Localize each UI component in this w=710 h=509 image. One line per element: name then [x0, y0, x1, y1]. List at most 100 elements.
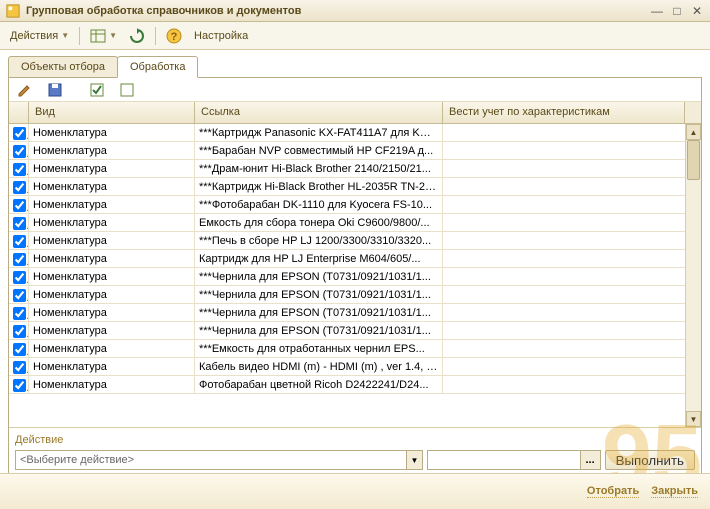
row-checkbox[interactable]: [13, 199, 26, 212]
close-button[interactable]: ✕: [690, 4, 704, 18]
row-type: Номенклатура: [29, 322, 195, 339]
edit-button[interactable]: [13, 80, 37, 100]
refresh-icon: [129, 28, 145, 44]
tab-selection[interactable]: Объекты отбора: [8, 56, 118, 77]
row-checkbox-cell: [9, 178, 29, 195]
action-row: <Выберите действие> ▼ ... Выполнить: [15, 450, 695, 470]
row-link: ***Драм-юнит Hi-Black Brother 2140/2150/…: [195, 160, 443, 177]
action-section: Действие <Выберите действие> ▼ ... Выпол…: [9, 427, 701, 474]
row-accounting: [443, 322, 701, 339]
checkbox-empty-icon: [119, 82, 135, 98]
row-link: ***Печь в сборе HP LJ 1200/3300/3310/332…: [195, 232, 443, 249]
row-link: ***Чернила для EPSON (T0731/0921/1031/1.…: [195, 322, 443, 339]
action-section-label: Действие: [15, 432, 695, 450]
scroll-thumb[interactable]: [687, 140, 700, 180]
table-row[interactable]: Номенклатура***Барабан NVP совместимый H…: [9, 142, 701, 160]
row-accounting: [443, 214, 701, 231]
refresh-button[interactable]: [125, 26, 149, 46]
settings-link[interactable]: Настройка: [190, 28, 252, 44]
column-link[interactable]: Ссылка: [195, 102, 443, 123]
table-row[interactable]: Номенклатура***Картридж Panasonic KX-FAT…: [9, 124, 701, 142]
select-link[interactable]: Отобрать: [587, 485, 639, 498]
row-checkbox[interactable]: [13, 145, 26, 158]
uncheck-all-button[interactable]: [115, 80, 139, 100]
row-link: ***Фотобарабан DK-1110 для Kyocera FS-10…: [195, 196, 443, 213]
form-settings-button[interactable]: ▼: [86, 26, 121, 46]
execute-button[interactable]: Выполнить: [605, 450, 695, 470]
tab-processing[interactable]: Обработка: [117, 56, 198, 78]
table-row[interactable]: НоменклатураЕмкость для сбора тонера Oki…: [9, 214, 701, 232]
settings-label: Настройка: [194, 30, 248, 42]
table-row[interactable]: Номенклатура***Картридж Hi-Black Brother…: [9, 178, 701, 196]
action-value-field[interactable]: ...: [427, 450, 601, 470]
window-title: Групповая обработка справочников и докум…: [26, 5, 644, 17]
titlebar: Групповая обработка справочников и докум…: [0, 0, 710, 22]
minimize-button[interactable]: —: [650, 4, 664, 18]
row-checkbox[interactable]: [13, 325, 26, 338]
row-type: Номенклатура: [29, 196, 195, 213]
row-type: Номенклатура: [29, 286, 195, 303]
table-row[interactable]: Номенклатура***Фотобарабан DK-1110 для K…: [9, 196, 701, 214]
row-link: Емкость для сбора тонера Oki C9600/9800/…: [195, 214, 443, 231]
row-checkbox-cell: [9, 142, 29, 159]
row-type: Номенклатура: [29, 232, 195, 249]
row-link: Картридж для HP LJ Enterprise M604/605/.…: [195, 250, 443, 267]
separator: [155, 27, 156, 45]
maximize-button[interactable]: □: [670, 4, 684, 18]
row-checkbox[interactable]: [13, 343, 26, 356]
column-checkbox[interactable]: [9, 102, 29, 123]
row-link: ***Картридж Panasonic KX-FAT411A7 для KX…: [195, 124, 443, 141]
actions-menu[interactable]: Действия ▼: [6, 28, 73, 44]
table-row[interactable]: НоменклатураКартридж для HP LJ Enterpris…: [9, 250, 701, 268]
row-checkbox[interactable]: [13, 361, 26, 374]
row-checkbox[interactable]: [13, 253, 26, 266]
browse-button[interactable]: ...: [580, 451, 600, 469]
row-checkbox[interactable]: [13, 289, 26, 302]
row-checkbox[interactable]: [13, 235, 26, 248]
table-row[interactable]: НоменклатураКабель видео HDMI (m) - HDMI…: [9, 358, 701, 376]
table-row[interactable]: НоменклатураФотобарабан цветной Ricoh D2…: [9, 376, 701, 394]
chevron-down-icon: ▼: [61, 31, 69, 40]
table-row[interactable]: Номенклатура***Чернила для EPSON (T0731/…: [9, 268, 701, 286]
row-checkbox[interactable]: [13, 379, 26, 392]
chevron-down-icon[interactable]: ▼: [406, 451, 422, 469]
scroll-up-button[interactable]: ▲: [686, 124, 701, 140]
save-button[interactable]: [43, 80, 67, 100]
table-row[interactable]: Номенклатура***Чернила для EPSON (T0731/…: [9, 304, 701, 322]
row-accounting: [443, 268, 701, 285]
row-checkbox-cell: [9, 376, 29, 393]
row-checkbox[interactable]: [13, 181, 26, 194]
row-checkbox[interactable]: [13, 163, 26, 176]
row-accounting: [443, 232, 701, 249]
table-row[interactable]: Номенклатура***Драм-юнит Hi-Black Brothe…: [9, 160, 701, 178]
scroll-track[interactable]: [686, 140, 701, 411]
actions-label: Действия: [10, 30, 58, 42]
row-link: Фотобарабан цветной Ricoh D2422241/D24..…: [195, 376, 443, 393]
row-checkbox[interactable]: [13, 307, 26, 320]
row-checkbox[interactable]: [13, 217, 26, 230]
action-combobox[interactable]: <Выберите действие> ▼: [15, 450, 423, 470]
table-row[interactable]: Номенклатура***Чернила для EPSON (T0731/…: [9, 286, 701, 304]
separator: [79, 27, 80, 45]
table-row[interactable]: Номенклатура***Емкость для отработанных …: [9, 340, 701, 358]
row-accounting: [443, 250, 701, 267]
vertical-scrollbar[interactable]: ▲ ▼: [685, 124, 701, 427]
row-checkbox[interactable]: [13, 127, 26, 140]
row-type: Номенклатура: [29, 304, 195, 321]
table-row[interactable]: Номенклатура***Чернила для EPSON (T0731/…: [9, 322, 701, 340]
check-all-button[interactable]: [85, 80, 109, 100]
action-value-input[interactable]: [428, 451, 580, 469]
scroll-down-button[interactable]: ▼: [686, 411, 701, 427]
row-checkbox-cell: [9, 124, 29, 141]
column-type[interactable]: Вид: [29, 102, 195, 123]
row-checkbox[interactable]: [13, 271, 26, 284]
scrollbar-header: [685, 102, 701, 123]
close-link[interactable]: Закрыть: [651, 485, 698, 498]
row-accounting: [443, 376, 701, 393]
column-accounting[interactable]: Вести учет по характеристикам: [443, 102, 685, 123]
row-checkbox-cell: [9, 214, 29, 231]
table-row[interactable]: Номенклатура***Печь в сборе HP LJ 1200/3…: [9, 232, 701, 250]
row-type: Номенклатура: [29, 160, 195, 177]
help-button[interactable]: ?: [162, 26, 186, 46]
row-type: Номенклатура: [29, 358, 195, 375]
